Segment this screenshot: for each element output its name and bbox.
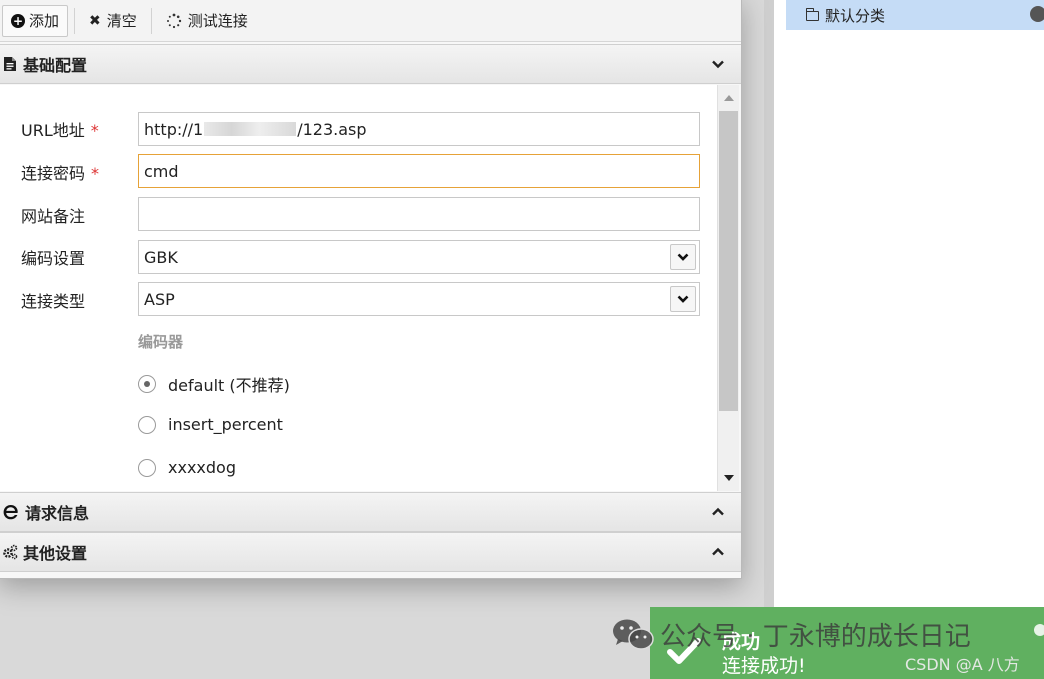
toolbar-divider	[150, 7, 152, 34]
document-icon	[4, 57, 16, 71]
section-basic-config[interactable]: 基础配置	[0, 44, 741, 84]
password-label: 连接密码 *	[21, 164, 100, 183]
scroll-up-arrow-icon[interactable]	[724, 95, 734, 101]
encoder-option-label: xxxxdog	[168, 458, 236, 477]
radio-button[interactable]	[138, 375, 156, 393]
add-button-label: 添加	[29, 12, 60, 30]
spinner-icon	[166, 13, 181, 28]
encoder-title: 编码器	[138, 333, 184, 351]
section-other-settings[interactable]: 其他设置	[0, 532, 741, 572]
dialog-toolbar: + 添加 ✖ 清空 测试连接	[0, 0, 741, 42]
ie-icon	[3, 505, 18, 520]
encoder-option-label: insert_percent	[168, 415, 283, 434]
csdn-watermark: CSDN @A 八方	[905, 655, 1020, 674]
close-icon: ✖	[89, 12, 101, 29]
note-input[interactable]	[138, 197, 700, 231]
encoding-select[interactable]: GBK	[138, 240, 700, 274]
note-label: 网站备注	[21, 207, 86, 226]
encoder-option-default[interactable]: default (不推荐)	[138, 372, 290, 396]
basic-config-form: URL地址 * http://1/123.asp 连接密码 * cmd 网站备注 编…	[0, 85, 717, 491]
add-shell-dialog: + 添加 ✖ 清空 测试连接 基础配置 URL地址 * http://1 /12…	[0, 0, 742, 579]
radio-button[interactable]	[138, 458, 156, 477]
clear-button-label: 清空	[106, 12, 137, 30]
encoding-label: 编码设置	[21, 249, 86, 268]
redacted-host	[204, 122, 297, 136]
chevron-up-icon	[712, 547, 724, 556]
encoder-option-xxxxdog[interactable]: xxxxdog	[138, 458, 236, 477]
wechat-icon	[613, 619, 654, 650]
section-basic-title: 基础配置	[23, 56, 88, 75]
toast-message: 连接成功!	[722, 655, 806, 677]
form-scrollbar[interactable]	[717, 85, 739, 491]
test-connection-label: 测试连接	[187, 12, 248, 30]
section-request-info[interactable]: 请求信息	[0, 492, 741, 532]
folder-icon	[805, 8, 819, 21]
chevron-down-icon[interactable]	[670, 286, 696, 312]
scroll-down-arrow-icon[interactable]	[724, 475, 734, 481]
category-item-default[interactable]: 默认分类	[786, 0, 1044, 30]
watermark-dot-icon	[1034, 624, 1044, 636]
plus-circle-icon: +	[11, 13, 25, 28]
category-label: 默认分类	[825, 6, 886, 25]
gears-icon	[3, 544, 18, 560]
clear-button[interactable]: ✖ 清空	[81, 5, 145, 37]
wechat-watermark: 公众号 · 丁永博的成长日记	[612, 616, 971, 653]
encoder-option-insert-percent[interactable]: insert_percent	[138, 415, 283, 434]
url-input[interactable]: http://1/123.asp	[138, 112, 700, 146]
conn-type-label: 连接类型	[21, 292, 86, 311]
scroll-thumb[interactable]	[719, 111, 738, 411]
category-panel: 默认分类	[764, 0, 1044, 679]
section-request-title: 请求信息	[25, 504, 90, 523]
add-button[interactable]: + 添加	[2, 4, 69, 37]
conn-type-select[interactable]: ASP	[138, 282, 700, 316]
encoder-option-label: default (不推荐)	[168, 376, 290, 395]
toolbar-divider	[74, 7, 76, 34]
section-other-title: 其他设置	[23, 544, 88, 563]
test-connection-button[interactable]: 测试连接	[158, 5, 256, 37]
chevron-down-icon	[712, 60, 724, 69]
chevron-up-icon	[712, 507, 724, 516]
wechat-watermark-text: 公众号 · 丁永博的成长日记	[660, 622, 971, 652]
chevron-down-icon[interactable]	[670, 244, 696, 270]
radio-button[interactable]	[138, 415, 156, 434]
status-dot-icon	[1030, 6, 1044, 22]
password-input[interactable]: cmd	[138, 154, 700, 188]
url-label: URL地址 *	[21, 121, 99, 140]
